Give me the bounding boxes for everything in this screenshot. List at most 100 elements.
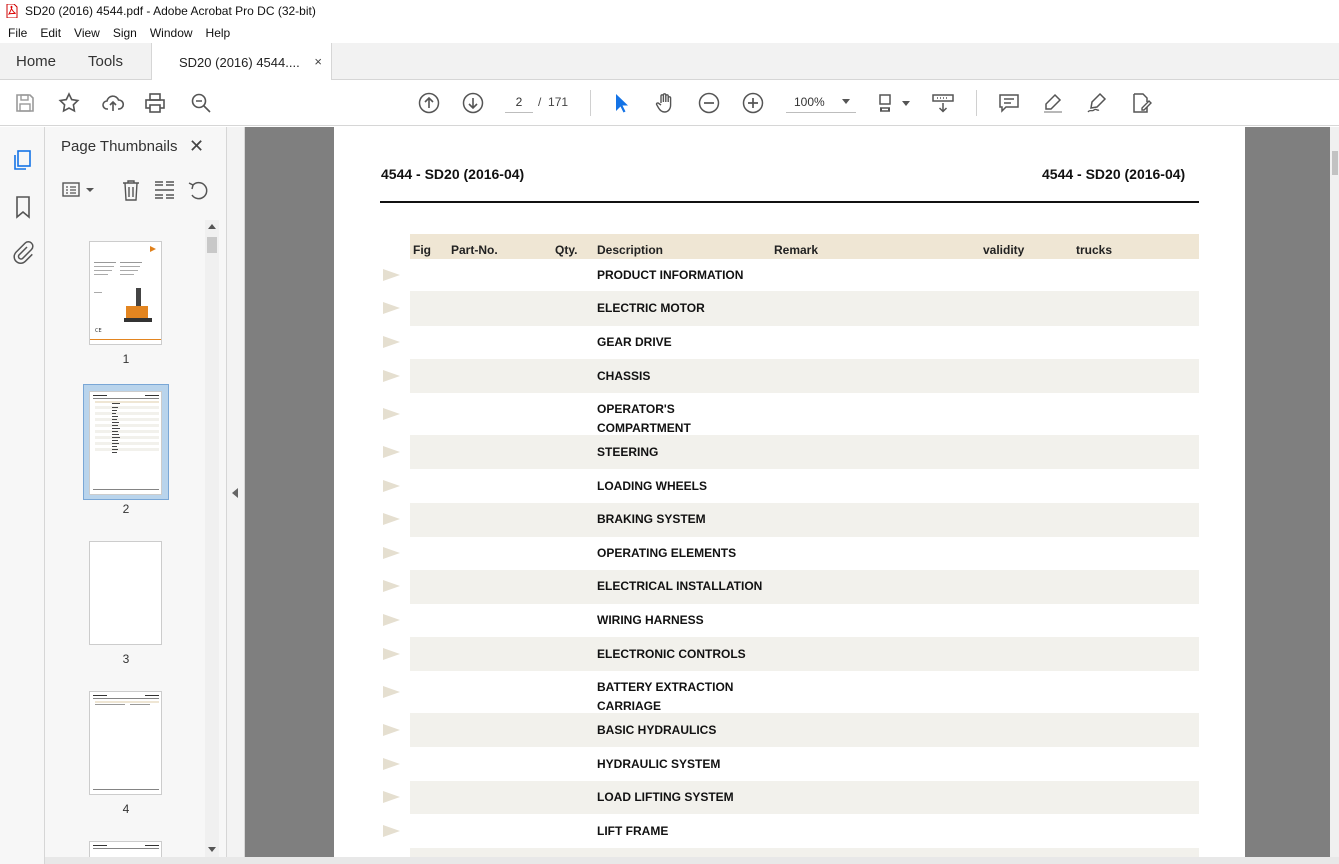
row-link-arrow-icon[interactable] bbox=[383, 370, 400, 382]
tab-bar: Home Tools SD20 (2016) 4544.... × bbox=[0, 43, 1339, 81]
row-link-arrow-icon[interactable] bbox=[383, 791, 400, 803]
row-description[interactable]: CHASSIS bbox=[597, 367, 767, 386]
row-description[interactable]: BRAKING SYSTEM bbox=[597, 510, 767, 529]
zoom-select[interactable]: 100% bbox=[786, 91, 856, 113]
row-description[interactable]: WIRING HARNESS bbox=[597, 611, 767, 630]
row-link-arrow-icon[interactable] bbox=[383, 758, 400, 770]
horizontal-scrollbar[interactable] bbox=[45, 857, 1339, 864]
row-description[interactable]: ELECTRONIC CONTROLS bbox=[597, 645, 767, 664]
table-row bbox=[410, 393, 1199, 435]
menu-sign[interactable]: Sign bbox=[113, 26, 137, 40]
scroll-down-icon[interactable] bbox=[208, 847, 216, 852]
upload-icon[interactable] bbox=[101, 91, 125, 115]
row-link-arrow-icon[interactable] bbox=[383, 408, 400, 420]
delete-icon[interactable] bbox=[119, 179, 143, 201]
extract-pages-icon[interactable] bbox=[152, 179, 176, 201]
hand-tool-icon[interactable] bbox=[653, 91, 677, 115]
table-row bbox=[410, 671, 1199, 713]
zoom-out-icon[interactable] bbox=[697, 91, 721, 115]
select-arrow-icon[interactable] bbox=[609, 91, 633, 115]
close-tab-icon[interactable]: × bbox=[314, 54, 322, 69]
row-link-arrow-icon[interactable] bbox=[383, 302, 400, 314]
document-scrollbar[interactable] bbox=[1330, 127, 1339, 864]
row-description[interactable]: PRODUCT INFORMATION bbox=[597, 266, 767, 285]
close-panel-icon[interactable]: ✕ bbox=[189, 136, 204, 157]
page-thumbnails-icon[interactable] bbox=[10, 147, 36, 173]
menu-file[interactable]: File bbox=[8, 26, 27, 40]
table-row bbox=[410, 359, 1199, 393]
page-number-input[interactable] bbox=[505, 91, 533, 113]
scrollbar-thumb[interactable] bbox=[207, 237, 217, 253]
row-link-arrow-icon[interactable] bbox=[383, 446, 400, 458]
row-description[interactable]: ELECTRICAL INSTALLATION bbox=[597, 577, 787, 596]
page-layout-icon[interactable] bbox=[877, 91, 901, 115]
menu-help[interactable]: Help bbox=[206, 26, 231, 40]
row-description[interactable]: HYDRAULIC SYSTEM bbox=[597, 755, 767, 774]
scrollbar-thumb[interactable] bbox=[1332, 151, 1338, 175]
bookmarks-icon[interactable] bbox=[10, 194, 36, 220]
thumbnail-label-2: 2 bbox=[122, 502, 130, 516]
thumbnail-label-4: 4 bbox=[122, 802, 130, 816]
thumbnail-page-3[interactable] bbox=[89, 541, 162, 645]
print-icon[interactable] bbox=[143, 91, 167, 115]
bookmark-star-icon[interactable] bbox=[57, 91, 81, 115]
row-description[interactable]: LOAD LIFTING SYSTEM bbox=[597, 788, 767, 807]
row-description[interactable]: BATTERY EXTRACTION CARRIAGE bbox=[597, 678, 747, 716]
row-link-arrow-icon[interactable] bbox=[383, 686, 400, 698]
scroll-mode-icon[interactable] bbox=[931, 91, 955, 115]
row-link-arrow-icon[interactable] bbox=[383, 724, 400, 736]
row-description[interactable]: OPERATOR'S COMPARTMENT bbox=[597, 400, 707, 438]
row-link-arrow-icon[interactable] bbox=[383, 336, 400, 348]
panel-collapse-handle[interactable] bbox=[227, 127, 245, 864]
row-link-arrow-icon[interactable] bbox=[383, 825, 400, 837]
thumbnail-label-1: 1 bbox=[122, 352, 130, 366]
row-description[interactable]: STEERING bbox=[597, 443, 767, 462]
row-link-arrow-icon[interactable] bbox=[383, 480, 400, 492]
row-description[interactable]: ELECTRIC MOTOR bbox=[597, 299, 767, 318]
column-header-fig: Fig bbox=[413, 243, 431, 257]
zoom-value: 100% bbox=[794, 95, 825, 109]
thumbnail-options-icon[interactable] bbox=[61, 179, 97, 201]
page-up-icon[interactable] bbox=[417, 91, 441, 115]
zoom-search-icon[interactable] bbox=[189, 91, 213, 115]
highlight-icon[interactable] bbox=[1041, 91, 1065, 115]
scroll-up-icon[interactable] bbox=[208, 224, 216, 229]
row-link-arrow-icon[interactable] bbox=[383, 580, 400, 592]
comment-icon[interactable] bbox=[997, 91, 1021, 115]
row-link-arrow-icon[interactable] bbox=[383, 547, 400, 559]
row-link-arrow-icon[interactable] bbox=[383, 513, 400, 525]
edit-icon[interactable] bbox=[1129, 91, 1153, 115]
row-link-arrow-icon[interactable] bbox=[383, 648, 400, 660]
table-row bbox=[410, 747, 1199, 781]
menu-view[interactable]: View bbox=[74, 26, 100, 40]
row-description[interactable]: BASIC HYDRAULICS bbox=[597, 721, 767, 740]
menu-edit[interactable]: Edit bbox=[40, 26, 61, 40]
zoom-in-icon[interactable] bbox=[741, 91, 765, 115]
thumbnail-scrollbar[interactable] bbox=[205, 220, 219, 857]
thumbnail-page-5-partial[interactable] bbox=[89, 841, 162, 857]
rotate-icon[interactable] bbox=[186, 179, 210, 201]
column-header-description: Description bbox=[597, 243, 664, 257]
thumbnail-page-4[interactable] bbox=[89, 691, 162, 795]
row-link-arrow-icon[interactable] bbox=[383, 269, 400, 281]
row-link-arrow-icon[interactable] bbox=[383, 614, 400, 626]
page-down-icon[interactable] bbox=[461, 91, 485, 115]
page-layout-caret-icon[interactable] bbox=[902, 101, 910, 106]
row-description[interactable]: OPERATING ELEMENTS bbox=[597, 544, 767, 563]
title-bar: SD20 (2016) 4544.pdf - Adobe Acrobat Pro… bbox=[0, 0, 1339, 22]
tab-document-label: SD20 (2016) 4544.... bbox=[179, 54, 300, 70]
save-icon[interactable] bbox=[13, 91, 37, 115]
menu-window[interactable]: Window bbox=[150, 26, 193, 40]
thumbnail-label-3: 3 bbox=[122, 652, 130, 666]
sign-icon[interactable] bbox=[1085, 91, 1109, 115]
row-description[interactable]: LIFT FRAME bbox=[597, 822, 767, 841]
attachments-icon[interactable] bbox=[10, 239, 36, 265]
tab-home[interactable]: Home bbox=[16, 43, 56, 80]
table-row bbox=[410, 637, 1199, 671]
thumbnail-page-1[interactable]: CE bbox=[89, 241, 162, 345]
row-description[interactable]: GEAR DRIVE bbox=[597, 333, 767, 352]
thumbnail-page-2[interactable] bbox=[89, 391, 162, 495]
tab-document[interactable]: SD20 (2016) 4544.... × bbox=[151, 43, 332, 81]
row-description[interactable]: LOADING WHEELS bbox=[597, 477, 767, 496]
tab-tools[interactable]: Tools bbox=[88, 43, 123, 80]
